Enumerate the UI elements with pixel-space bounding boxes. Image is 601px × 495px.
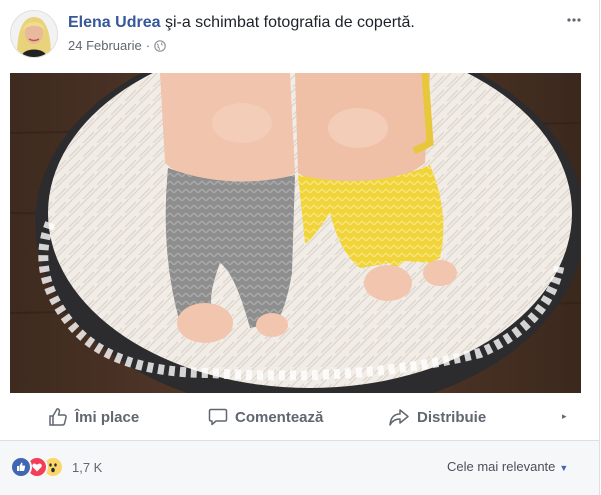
comment-label: Comentează — [235, 408, 324, 426]
thumbs-up-icon — [48, 407, 68, 427]
post-card: Elena Udrea şi-a schimbat fotografia de … — [0, 0, 600, 495]
reaction-count: 1,7 K — [72, 459, 103, 475]
sort-comments-dropdown[interactable]: Cele mai relevante ▼ — [447, 459, 568, 474]
post-action-bar: Îmi place Comentează Distribuie ▸ — [10, 400, 581, 434]
share-arrow-icon — [388, 407, 410, 427]
comment-icon — [208, 407, 228, 427]
sort-label: Cele mai relevante — [447, 459, 556, 474]
post-date[interactable]: 24 Februarie — [68, 38, 142, 53]
comment-button[interactable]: Comentează — [208, 407, 323, 427]
meta-separator: · — [145, 38, 151, 53]
post-headline: Elena Udrea şi-a schimbat fotografia de … — [68, 13, 415, 33]
share-label: Distribuie — [417, 408, 487, 426]
like-reaction-icon — [10, 456, 32, 478]
globe-icon[interactable] — [154, 39, 166, 52]
share-button[interactable]: Distribuie — [388, 407, 486, 427]
like-label: Îmi place — [75, 408, 140, 426]
author-name[interactable]: Elena Udrea — [68, 14, 160, 31]
reactions-summary[interactable]: 1,7 K — [10, 456, 102, 478]
chevron-down-icon: ▼ — [559, 463, 569, 473]
post-action-text: şi-a schimbat fotografia de copertă. — [164, 14, 415, 31]
cover-photo[interactable] — [10, 73, 581, 393]
post-meta: 24 Februarie · — [68, 38, 166, 53]
author-avatar[interactable] — [10, 10, 58, 58]
share-options-caret-icon[interactable]: ▸ — [562, 411, 567, 422]
more-options-icon[interactable] — [564, 10, 584, 30]
like-button[interactable]: Îmi place — [48, 407, 139, 427]
